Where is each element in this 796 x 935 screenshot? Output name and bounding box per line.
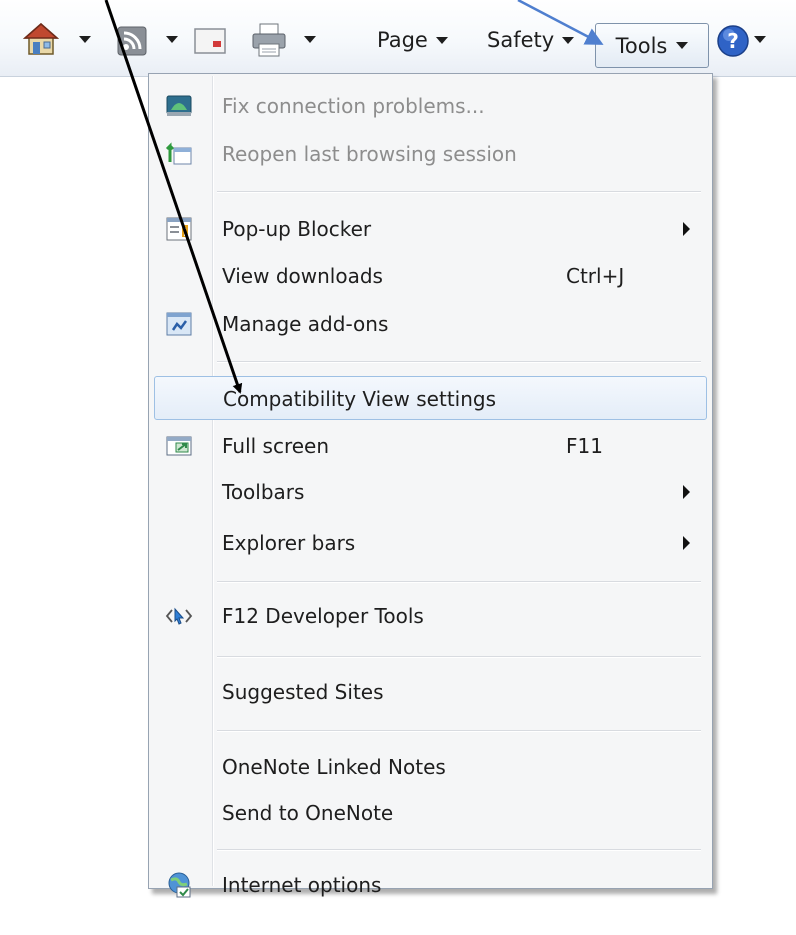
black-annotation-arrow xyxy=(104,0,243,394)
annotation-arrows xyxy=(104,0,604,394)
blue-annotation-arrow xyxy=(517,0,604,45)
